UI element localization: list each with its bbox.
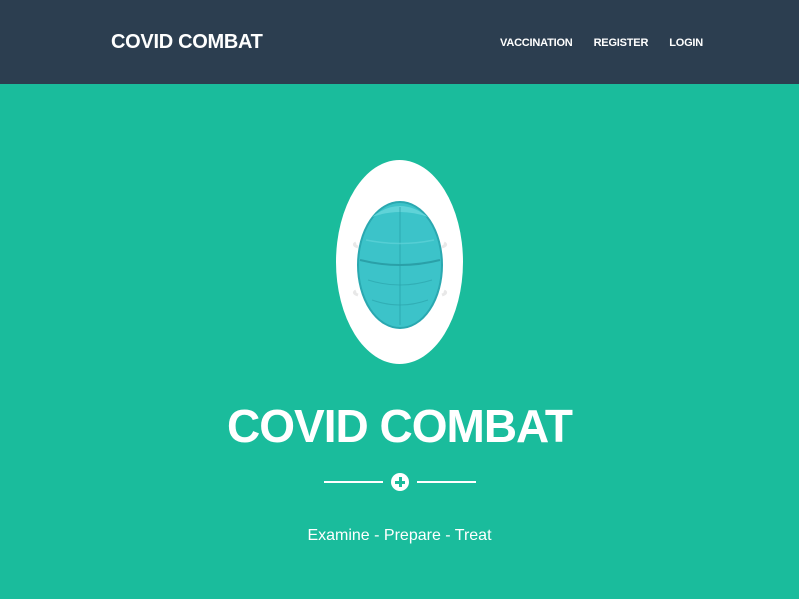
divider-line-left bbox=[324, 481, 383, 483]
page-title: COVID COMBAT bbox=[227, 400, 573, 452]
nav-link-register[interactable]: REGISTER bbox=[594, 36, 649, 50]
star-divider bbox=[324, 470, 476, 494]
tagline: Examine - Prepare - Treat bbox=[307, 527, 492, 544]
nav-link-login[interactable]: LOGIN bbox=[669, 36, 703, 50]
plus-circle-icon bbox=[391, 473, 409, 491]
nav-link-vaccination[interactable]: VACCINATION bbox=[500, 36, 573, 50]
n95-mask-icon bbox=[352, 201, 448, 329]
divider-line-right bbox=[417, 481, 476, 483]
nav-links: VACCINATION REGISTER LOGIN bbox=[500, 36, 703, 50]
navbar: COVID COMBAT VACCINATION REGISTER LOGIN bbox=[0, 0, 799, 84]
brand-link[interactable]: COVID COMBAT bbox=[111, 30, 263, 54]
